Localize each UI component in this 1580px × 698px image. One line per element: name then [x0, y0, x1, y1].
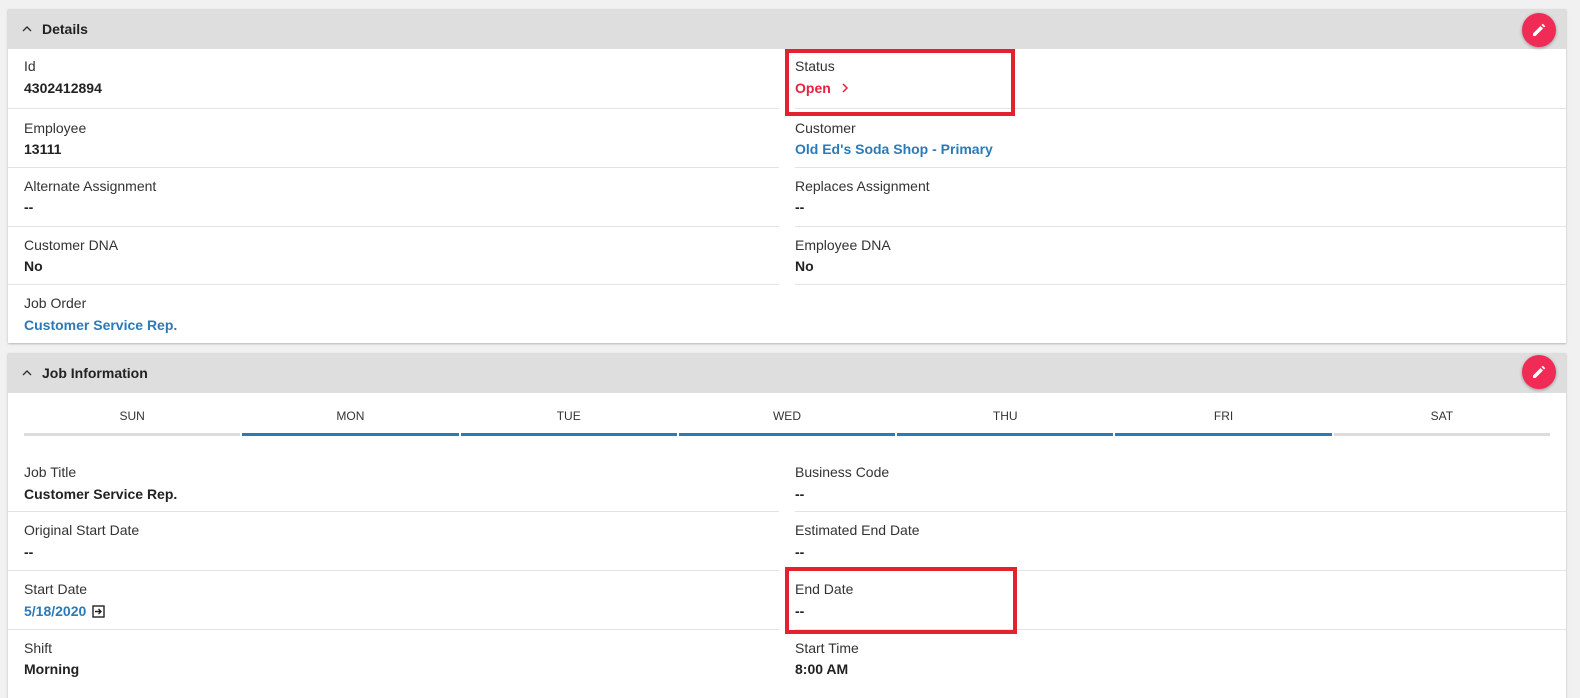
- field-replaces-assignment: Replaces Assignment --: [795, 168, 1566, 227]
- day-thu: THU: [897, 409, 1114, 439]
- day-bar: [678, 433, 896, 436]
- field-label: Job Title: [24, 464, 77, 480]
- day-label: SAT: [1430, 409, 1454, 423]
- field-label: Business Code: [795, 464, 890, 480]
- field-customer-dna: Customer DNA No: [8, 227, 779, 285]
- field-value: --: [24, 544, 34, 560]
- field-job-title: Job Title Customer Service Rep.: [8, 453, 779, 512]
- start-date-link[interactable]: 5/18/2020: [24, 603, 105, 619]
- field-end-date: End Date --: [795, 571, 1566, 630]
- field-value: No: [24, 258, 43, 274]
- day-wed: WED: [678, 409, 896, 439]
- day-bar: [1333, 433, 1550, 436]
- field-employee: Employee 13111: [8, 109, 779, 168]
- field-value: 13111: [24, 141, 62, 157]
- day-fri: FRI: [1115, 409, 1332, 439]
- day-bar: [242, 433, 459, 436]
- pencil-icon: [1533, 365, 1546, 378]
- field-value: --: [795, 486, 805, 502]
- field-start-time: Start Time 8:00 AM: [795, 630, 1566, 689]
- field-alternate-assignment: Alternate Assignment --: [8, 168, 779, 227]
- details-panel: Details Id 4302412894 Status Open Employ…: [8, 9, 1566, 343]
- job-information-header[interactable]: Job Information: [8, 353, 1566, 393]
- field-value: --: [24, 199, 34, 215]
- field-label: Customer DNA: [24, 237, 119, 253]
- day-label: SUN: [119, 409, 145, 423]
- day-bar: [897, 433, 1114, 436]
- job-row: Job Title Customer Service Rep. Business…: [8, 453, 1566, 512]
- field-job-order: Job Order Customer Service Rep.: [8, 285, 779, 343]
- field-shift: Shift Morning: [8, 630, 779, 689]
- day-mon: MON: [242, 409, 459, 439]
- job-information-title: Job Information: [42, 365, 148, 381]
- details-header[interactable]: Details: [8, 9, 1566, 49]
- field-estimated-end-date: Estimated End Date --: [795, 512, 1566, 571]
- day-bar: [24, 433, 241, 436]
- field-value: --: [795, 199, 805, 215]
- field-label: Employee DNA: [795, 237, 891, 253]
- open-external-icon[interactable]: [92, 604, 105, 618]
- field-customer: Customer Old Ed's Soda Shop - Primary: [795, 109, 1566, 168]
- field-label: Replaces Assignment: [795, 178, 930, 194]
- field-label: Job Order: [24, 295, 87, 311]
- field-label: End Date: [795, 581, 854, 597]
- field-start-date: Start Date 5/18/2020: [8, 571, 779, 630]
- details-row: Id 4302412894 Status Open: [8, 49, 1566, 109]
- job-fields: Job Title Customer Service Rep. Business…: [8, 453, 1566, 689]
- field-label: Start Time: [795, 640, 859, 656]
- job-row: Start Date 5/18/2020 End Date --: [8, 571, 1566, 630]
- details-title: Details: [42, 21, 88, 37]
- day-sat: SAT: [1333, 409, 1550, 439]
- field-label: Shift: [24, 640, 53, 656]
- day-bar: [1115, 433, 1332, 436]
- details-row: Alternate Assignment -- Replaces Assignm…: [8, 168, 1566, 227]
- day-bar: [460, 433, 677, 436]
- job-row: Shift Morning Start Time 8:00 AM: [8, 630, 1566, 689]
- field-label: Status: [795, 58, 835, 74]
- start-date-value[interactable]: 5/18/2020: [24, 603, 86, 619]
- job-row: Original Start Date -- Estimated End Dat…: [8, 512, 1566, 571]
- pencil-icon: [1533, 23, 1546, 36]
- field-id: Id 4302412894: [8, 49, 779, 109]
- details-row: Customer DNA No Employee DNA No: [8, 227, 1566, 285]
- day-label: FRI: [1213, 409, 1234, 423]
- details-row: Job Order Customer Service Rep.: [8, 285, 1566, 343]
- job-order-link[interactable]: Customer Service Rep.: [24, 317, 177, 333]
- details-row: Employee 13111 Customer Old Ed's Soda Sh…: [8, 109, 1566, 168]
- field-value: 4302412894: [24, 80, 102, 96]
- day-tue: TUE: [460, 409, 677, 439]
- field-value: Customer Service Rep.: [24, 486, 178, 502]
- chevron-up-icon[interactable]: [20, 366, 34, 380]
- field-label: Estimated End Date: [795, 522, 920, 538]
- field-value: No: [795, 258, 814, 274]
- status-link[interactable]: Open: [795, 80, 851, 96]
- day-label: THU: [992, 409, 1018, 423]
- job-information-panel: Job Information SUN MON TUE WED THU FRI …: [8, 353, 1566, 698]
- field-label: Customer: [795, 120, 856, 136]
- field-label: Start Date: [24, 581, 88, 597]
- edit-details-button[interactable]: [1522, 13, 1556, 47]
- day-label: MON: [336, 409, 365, 423]
- field-value: --: [795, 544, 805, 560]
- weekday-schedule: SUN MON TUE WED THU FRI SAT: [24, 409, 1550, 439]
- day-sun: SUN: [24, 409, 241, 439]
- field-label: Alternate Assignment: [24, 178, 157, 194]
- field-status: Status Open: [795, 49, 1566, 109]
- field-label: Original Start Date: [24, 522, 140, 538]
- status-value[interactable]: Open: [795, 80, 831, 96]
- field-value: Morning: [24, 661, 80, 677]
- chevron-right-icon[interactable]: [839, 82, 851, 94]
- field-value: 8:00 AM: [795, 661, 849, 677]
- field-business-code: Business Code --: [795, 453, 1566, 512]
- field-value: --: [795, 603, 805, 619]
- day-label: WED: [772, 409, 801, 423]
- customer-link[interactable]: Old Ed's Soda Shop - Primary: [795, 141, 993, 157]
- field-original-start-date: Original Start Date --: [8, 512, 779, 571]
- field-label: Employee: [24, 120, 87, 136]
- edit-job-information-button[interactable]: [1522, 355, 1556, 389]
- day-label: TUE: [556, 409, 581, 423]
- field-label: Id: [24, 58, 36, 74]
- field-employee-dna: Employee DNA No: [795, 227, 1566, 285]
- chevron-up-icon[interactable]: [20, 22, 34, 36]
